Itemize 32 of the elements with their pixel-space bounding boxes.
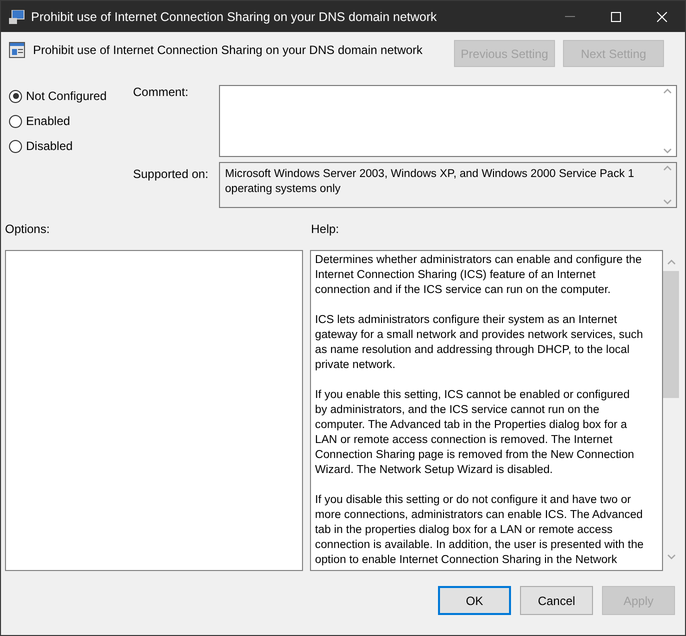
radio-button[interactable]	[9, 140, 22, 152]
scroll-down-icon[interactable]	[666, 554, 676, 560]
dialog-button[interactable]: OK	[438, 586, 511, 615]
help-paragraph: ICS lets administrators configure their system as an Internet gateway for a small network and provides network services, such as name resolution and addressing through DHCP, to the local private network.	[314, 313, 644, 373]
radio-label: Enabled	[26, 114, 70, 128]
radio-label: Disabled	[26, 139, 73, 153]
scrollbar-thumb[interactable]	[663, 271, 679, 398]
options-label: Options:	[5, 222, 51, 236]
radio-button[interactable]	[9, 90, 22, 102]
supported-on-label: Supported on:	[133, 167, 210, 183]
scroll-down-icon[interactable]	[663, 148, 672, 154]
window-title: Prohibit use of Internet Connection Sharing on your DNS domain network	[31, 10, 438, 24]
setting-title: Prohibit use of Internet Connection Sharing on your DNS domain network	[33, 43, 424, 57]
radio-button[interactable]	[9, 114, 22, 128]
minimize-icon	[565, 16, 575, 17]
scroll-up-icon[interactable]	[666, 259, 676, 265]
computer-icon	[9, 10, 25, 24]
radio-label: Not Configured	[26, 89, 107, 103]
maximize-icon	[611, 12, 621, 22]
help-paragraph: If you disable this setting or do not configure it and have two or more connections, administrators can enable ICS. The Advanced tab in the properties dialog box for a LAN or remote access connection is available. In addition, the user is presented with the option to enable Internet Connection Sharing in the Network	[314, 493, 645, 568]
close-icon	[657, 12, 667, 22]
scroll-up-icon[interactable]	[663, 88, 672, 94]
scroll-down-icon[interactable]	[663, 199, 672, 205]
supported-on-text: Microsoft Windows Server 2003, Windows XP, and Windows 2000 Service Pack 1 operating systems only	[224, 167, 636, 197]
dialog-button[interactable]: Cancel	[520, 586, 593, 615]
comment-label: Comment:	[133, 85, 190, 101]
policy-icon	[9, 42, 25, 58]
comment-field[interactable]	[219, 85, 677, 157]
scroll-up-icon[interactable]	[663, 165, 672, 171]
help-label: Help:	[311, 222, 340, 236]
help-paragraph: If you enable this setting, ICS cannot be enabled or configured by administrators, and the ICS service cannot run on the computer. The Advanced tab in the Properties dialog box for a LAN or remote access connection is removed. The Internet Connection Sharing page is removed from the New Connection Wizard. The Network Setup Wizard is disabled.	[314, 388, 636, 478]
help-paragraph: Determines whether administrators can enable and configure the Internet Connection Sharing (ICS) feature of an Internet connection and if the ICS service can run on the computer.	[314, 253, 643, 298]
